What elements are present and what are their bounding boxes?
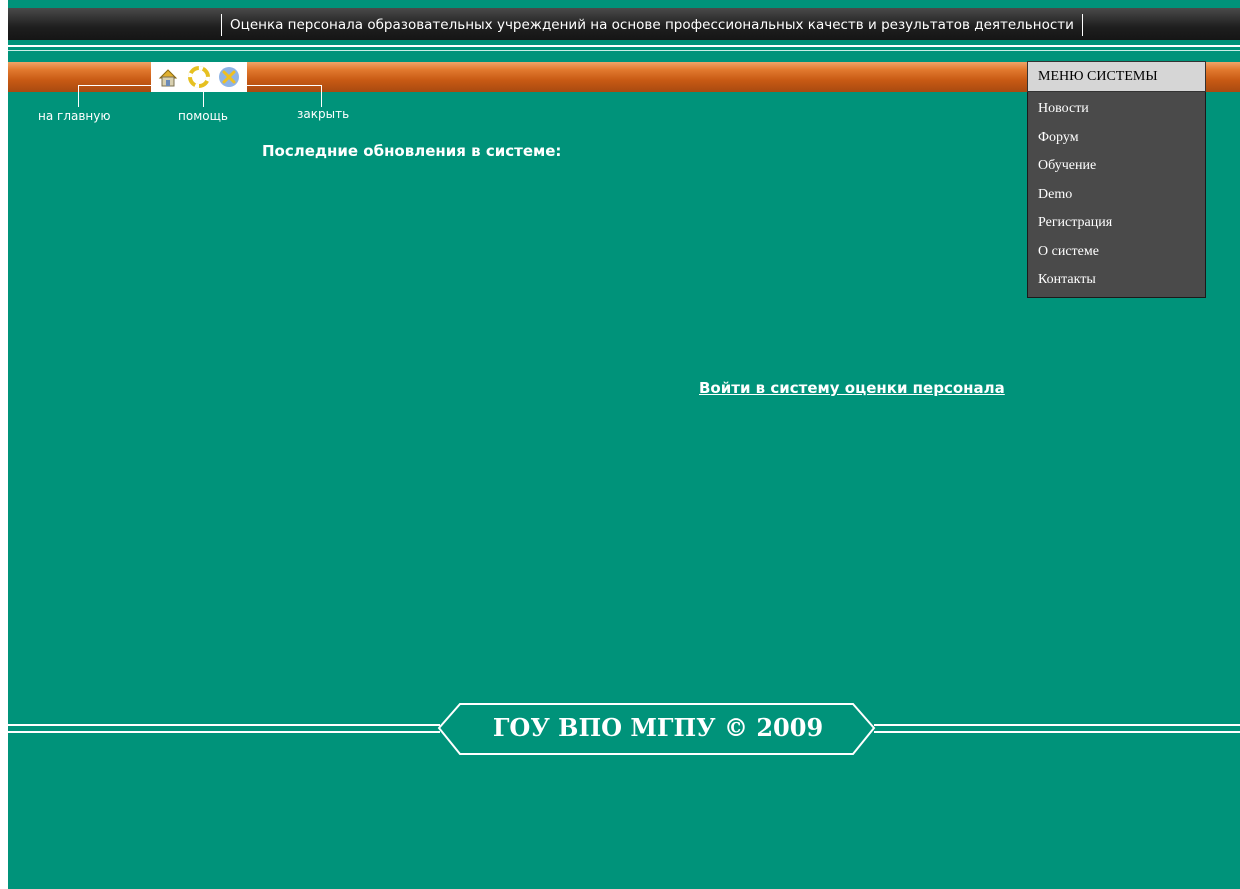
- home-icon[interactable]: [157, 66, 179, 88]
- help-icon[interactable]: [188, 66, 210, 88]
- page: Оценка персонала образовательных учрежде…: [8, 0, 1240, 889]
- menu-item-training[interactable]: Обучение: [1028, 152, 1205, 181]
- close-icon[interactable]: [218, 66, 240, 88]
- menu-item-registration[interactable]: Регистрация: [1028, 209, 1205, 238]
- menu-item-about[interactable]: О системе: [1028, 238, 1205, 267]
- menu-item-demo[interactable]: Demo: [1028, 181, 1205, 210]
- updates-heading: Последние обновления в системе:: [262, 142, 562, 160]
- connector-line: [78, 85, 151, 86]
- menu-item-news[interactable]: Новости: [1028, 95, 1205, 124]
- connector-line: [78, 85, 79, 107]
- footer-copyright: ГОУ ВПО МГПУ © 2009: [492, 713, 824, 742]
- help-link[interactable]: помощь: [178, 109, 228, 123]
- login-link[interactable]: Войти в систему оценки персонала: [699, 379, 1005, 397]
- home-link[interactable]: на главную: [38, 109, 110, 123]
- close-link[interactable]: закрыть: [297, 107, 349, 121]
- connector-line: [321, 85, 322, 107]
- divider: [8, 50, 1240, 51]
- system-menu-list: Новости Форум Обучение Demo Регистрация …: [1027, 92, 1206, 298]
- connector-line: [247, 85, 321, 86]
- connector-line: [203, 92, 204, 107]
- title-bar: Оценка персонала образовательных учрежде…: [8, 8, 1240, 40]
- divider: [8, 45, 1240, 47]
- menu-item-contacts[interactable]: Контакты: [1028, 266, 1205, 295]
- menu-item-forum[interactable]: Форум: [1028, 124, 1205, 153]
- system-menu: МЕНЮ СИСТЕМЫ Новости Форум Обучение Demo…: [1027, 61, 1206, 298]
- toolbar: [151, 62, 247, 92]
- page-title: Оценка персонала образовательных учрежде…: [221, 14, 1083, 36]
- system-menu-header[interactable]: МЕНЮ СИСТЕМЫ: [1027, 61, 1206, 92]
